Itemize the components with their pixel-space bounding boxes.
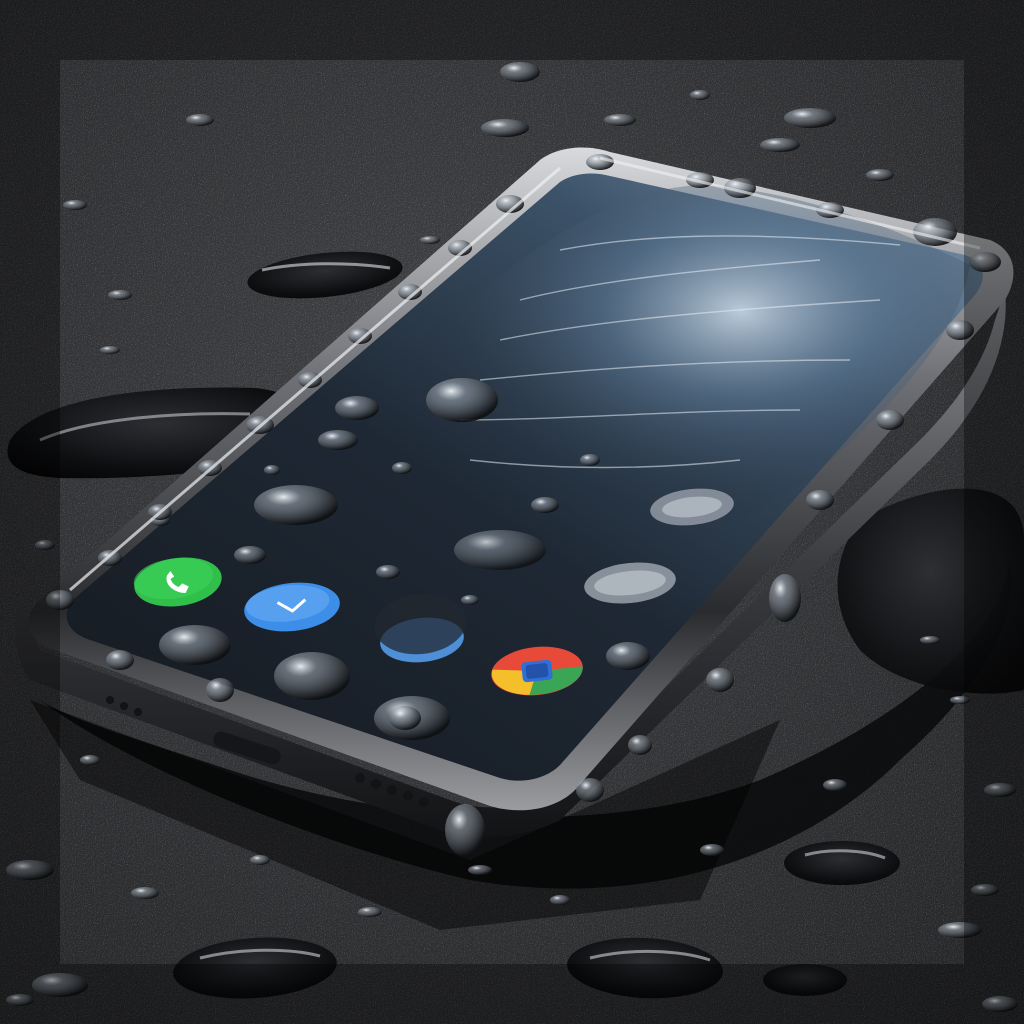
photo-canvas xyxy=(0,0,1024,1024)
puddle-bottom-right xyxy=(784,841,900,885)
wet-phone-photo xyxy=(0,0,1024,1024)
